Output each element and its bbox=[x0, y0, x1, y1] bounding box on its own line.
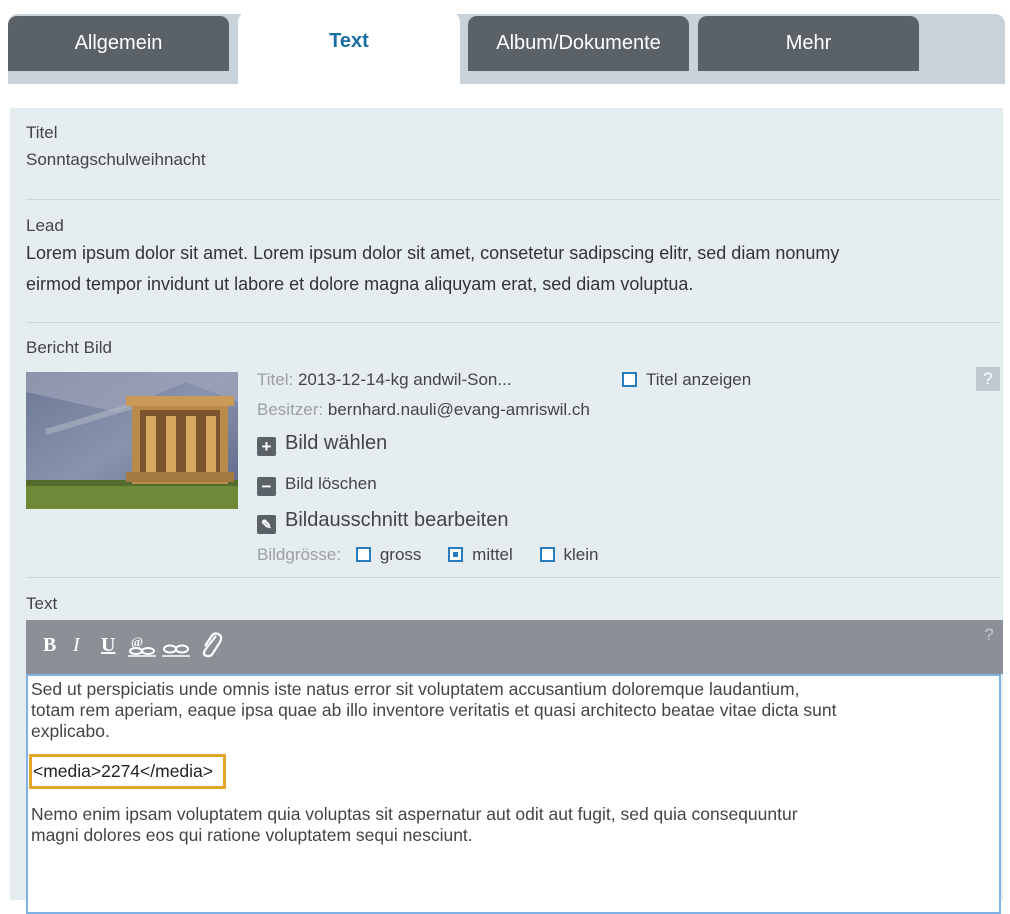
choose-image-button[interactable]: + Bild wählen bbox=[257, 432, 387, 456]
image-title-value: 2013-12-14-kg andwil-Son... bbox=[297, 370, 512, 389]
editor-toolbar: B I U @ ? bbox=[26, 620, 1003, 674]
show-title-checkbox-box[interactable] bbox=[622, 372, 637, 387]
delete-image-label: Bild löschen bbox=[285, 474, 377, 493]
titel-value[interactable]: Sonntagschulweihnacht bbox=[26, 150, 986, 170]
tab-label: Text bbox=[329, 29, 369, 52]
unlink-icon[interactable] bbox=[162, 632, 190, 664]
choose-image-label: Bild wählen bbox=[285, 432, 388, 454]
size-checkbox[interactable] bbox=[355, 547, 371, 562]
svg-text:@: @ bbox=[131, 634, 143, 649]
tab-text[interactable]: Text bbox=[238, 12, 460, 88]
lead-line: eirmod tempor invidunt ut labore et dolo… bbox=[26, 274, 694, 294]
delete-image-button[interactable]: − Bild löschen bbox=[257, 474, 377, 496]
crop-image-label: Bildausschnitt bearbeiten bbox=[285, 509, 509, 531]
image-title-row: Titel: 2013-12-14-kg andwil-Son... bbox=[257, 370, 512, 390]
owner-row: Besitzer: bernhard.nauli@evang-amriswil.… bbox=[257, 400, 590, 420]
link-icon[interactable]: @ bbox=[128, 632, 156, 664]
image-help-icon[interactable]: ? bbox=[976, 367, 1000, 391]
size-checkbox[interactable] bbox=[539, 547, 555, 562]
crop-image-button[interactable]: ✎ Bildausschnitt bearbeiten bbox=[257, 509, 508, 534]
text-help-icon[interactable]: ? bbox=[977, 623, 1001, 647]
tab-label: Album/Dokumente bbox=[496, 32, 661, 54]
lead-label: Lead bbox=[26, 216, 64, 235]
divider bbox=[26, 577, 1000, 578]
edit-panel: Titel Sonntagschulweihnacht Lead Lorem i… bbox=[10, 108, 1003, 914]
plus-icon: + bbox=[257, 437, 276, 456]
size-option-klein[interactable]: klein bbox=[539, 545, 599, 564]
size-label: mittel bbox=[472, 545, 513, 564]
size-label: klein bbox=[563, 545, 599, 564]
lead-line: Lorem ipsum dolor sit amet. Lorem ipsum … bbox=[26, 243, 840, 263]
size-checkbox[interactable] bbox=[448, 547, 464, 562]
report-image bbox=[26, 372, 238, 509]
size-option-mittel[interactable]: mittel bbox=[448, 545, 513, 564]
editor-line: magni dolores eos qui ratione voluptatem… bbox=[31, 825, 473, 845]
text-label-wrap: Text bbox=[26, 594, 986, 614]
titel-label: Titel bbox=[26, 123, 58, 142]
divider bbox=[26, 322, 1000, 323]
tab-bar: Allgemein Text Album/Dokumente Mehr bbox=[0, 0, 1010, 88]
image-size-key: Bildgrösse: bbox=[257, 545, 342, 564]
report-image-thumbnail[interactable] bbox=[26, 372, 238, 509]
editor-line: totam rem aperiam, eaque ipsa quae ab il… bbox=[31, 700, 837, 720]
editor-line: Nemo enim ipsam voluptatem quia voluptas… bbox=[31, 804, 798, 824]
show-title-label: Titel anzeigen bbox=[646, 370, 752, 389]
show-title-checkbox[interactable]: Titel anzeigen bbox=[622, 370, 751, 390]
editor-line: Sed ut perspiciatis unde omnis iste natu… bbox=[31, 679, 800, 699]
pencil-icon: ✎ bbox=[257, 515, 276, 534]
bericht-bild-label-wrap: Bericht Bild bbox=[26, 338, 986, 358]
size-option-gross[interactable]: gross bbox=[355, 545, 422, 564]
italic-icon[interactable]: I bbox=[73, 634, 80, 657]
image-title-key: Titel: bbox=[257, 370, 294, 389]
size-label: gross bbox=[379, 545, 422, 564]
text-label: Text bbox=[26, 594, 58, 613]
tab-allgemein[interactable]: Allgemein bbox=[8, 16, 229, 71]
tab-label: Allgemein bbox=[74, 32, 163, 54]
media-tag: <media>2274</media> bbox=[29, 754, 226, 789]
bold-icon[interactable]: B bbox=[43, 634, 56, 657]
titel-section: Titel Sonntagschulweihnacht bbox=[26, 123, 986, 170]
tab-album-dokumente[interactable]: Album/Dokumente bbox=[468, 16, 689, 71]
editor-line: explicabo. bbox=[31, 721, 110, 741]
paperclip-icon[interactable] bbox=[199, 630, 223, 666]
lead-section: Lead Lorem ipsum dolor sit amet. Lorem i… bbox=[26, 216, 986, 300]
tab-mehr[interactable]: Mehr bbox=[698, 16, 919, 71]
text-editor[interactable]: Sed ut perspiciatis unde omnis iste natu… bbox=[26, 674, 1001, 914]
underline-icon[interactable]: U bbox=[101, 634, 115, 657]
divider bbox=[26, 199, 1000, 200]
tab-label: Mehr bbox=[785, 32, 832, 54]
owner-value: bernhard.nauli@evang-amriswil.ch bbox=[327, 400, 590, 419]
bericht-bild-label: Bericht Bild bbox=[26, 338, 112, 357]
minus-icon: − bbox=[257, 477, 276, 496]
owner-key: Besitzer: bbox=[257, 400, 324, 419]
image-size-row: Bildgrösse: gross mittel klein bbox=[257, 545, 598, 565]
lead-text[interactable]: Lorem ipsum dolor sit amet. Lorem ipsum … bbox=[26, 238, 986, 300]
